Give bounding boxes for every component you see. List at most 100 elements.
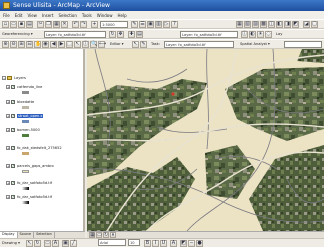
- fixed-zoom-in-icon[interactable]: ⊞: [18, 41, 25, 48]
- forward-extent-icon[interactable]: ▶: [58, 41, 65, 48]
- georeferencing-menu[interactable]: Georeferencing ▾: [2, 31, 33, 38]
- layout-tool-6-icon[interactable]: ◧: [276, 21, 283, 28]
- layer-visibility-checkbox[interactable]: ✓: [11, 195, 15, 199]
- menu-selection[interactable]: Selection: [58, 13, 76, 18]
- layout-tool-2-icon[interactable]: ▧: [244, 21, 251, 28]
- edit-tool-icon[interactable]: ↖: [132, 41, 139, 48]
- fill-color-icon[interactable]: ▣: [62, 240, 69, 247]
- expand-icon[interactable]: +: [6, 85, 10, 89]
- spatial-analyst-menu[interactable]: Spatial Analyst ▾: [240, 41, 270, 48]
- toc-layer-3[interactable]: + ✓ straat_open.s: [6, 113, 44, 119]
- menu-edit[interactable]: Edit: [15, 13, 23, 18]
- layout-tool-5-icon[interactable]: ◫: [268, 21, 275, 28]
- marker-color-icon[interactable]: ●: [196, 240, 203, 247]
- arctoolbox-icon[interactable]: ▥: [155, 21, 162, 28]
- expand-icon[interactable]: +: [6, 100, 10, 104]
- print-icon[interactable]: ▤: [26, 21, 33, 28]
- font-size-combo[interactable]: 10: [128, 239, 140, 246]
- back-extent-icon[interactable]: ◀: [50, 41, 57, 48]
- select-elements-icon[interactable]: ↖: [26, 240, 33, 247]
- layout-tool-7-icon[interactable]: ◨: [284, 21, 291, 28]
- menu-view[interactable]: View: [27, 13, 37, 18]
- contrast-icon[interactable]: ◐: [249, 31, 256, 38]
- scale-combo[interactable]: 1:5000: [100, 21, 128, 28]
- rotate-icon[interactable]: ↻: [109, 31, 116, 38]
- menu-file[interactable]: File: [3, 13, 10, 18]
- measure-icon[interactable]: ⟷: [98, 41, 106, 48]
- layout-tool-1-icon[interactable]: ▦: [236, 21, 243, 28]
- editor-toolbar-icon[interactable]: ✎: [131, 21, 138, 28]
- save-icon[interactable]: ▪: [18, 21, 25, 28]
- layer-visibility-checkbox[interactable]: ✓: [11, 128, 15, 132]
- fill-tool-icon[interactable]: ◩: [180, 240, 187, 247]
- shift-icon[interactable]: ✥: [117, 31, 124, 38]
- expand-icon[interactable]: +: [6, 128, 10, 132]
- layer-visibility-checkbox[interactable]: ✓: [11, 181, 15, 185]
- toc-layer-7[interactable]: + ✓ fo_dar_satfoto5d.tif: [6, 180, 52, 186]
- editor-menu[interactable]: Editor ▾: [110, 41, 124, 48]
- undo-icon[interactable]: ↶: [72, 21, 79, 28]
- fixed-zoom-out-icon[interactable]: ⊟: [26, 41, 33, 48]
- layout-tool-8-icon[interactable]: ◩: [292, 21, 299, 28]
- spatial-analyst-layer-combo[interactable]: [284, 41, 322, 48]
- expand-icon[interactable]: +: [6, 114, 10, 118]
- layer-visibility-checkbox[interactable]: ✓: [11, 164, 15, 168]
- find-icon[interactable]: 🔍: [90, 41, 97, 48]
- delete-icon[interactable]: ✕: [61, 21, 68, 28]
- view-link-table-icon[interactable]: ▤: [136, 31, 143, 38]
- new-rectangle-icon[interactable]: ▭: [44, 240, 51, 247]
- open-icon[interactable]: ▭: [10, 21, 17, 28]
- full-extent-icon[interactable]: ◉: [42, 41, 49, 48]
- layer-visibility-checkbox[interactable]: ✓: [11, 100, 15, 104]
- pan-icon[interactable]: ✋: [34, 41, 41, 48]
- menu-window[interactable]: Window: [97, 13, 113, 18]
- layout-tool-4-icon[interactable]: ▩: [260, 21, 267, 28]
- command-line-icon[interactable]: ▷: [163, 21, 170, 28]
- toc-layer-2[interactable]: + ✓ bloedatte: [6, 99, 34, 105]
- layout-tool-3-icon[interactable]: ▨: [252, 21, 259, 28]
- expand-icon[interactable]: +: [6, 164, 10, 168]
- identify-icon[interactable]: ⓘ: [82, 41, 89, 48]
- zoom-out-icon[interactable]: ⊖: [10, 41, 17, 48]
- new-text-icon[interactable]: A: [52, 240, 59, 247]
- copy-icon[interactable]: ❐: [45, 21, 52, 28]
- identify-tool-icon[interactable]: ⓘ: [241, 31, 248, 38]
- drawing-menu[interactable]: Drawing ▾: [2, 240, 20, 247]
- underline-icon[interactable]: U: [160, 240, 167, 247]
- collapse-icon[interactable]: −: [2, 76, 6, 80]
- help-icon[interactable]: ?: [171, 21, 178, 28]
- italic-icon[interactable]: I: [152, 240, 159, 247]
- new-document-icon[interactable]: ▫: [2, 21, 9, 28]
- layer-visibility-checkbox[interactable]: ✓: [11, 85, 15, 89]
- layout-tool-10-icon[interactable]: ▢: [311, 21, 318, 28]
- toc-layer-6[interactable]: + ✓ parcels_gaps_ambro: [6, 163, 54, 169]
- toc-layer-5[interactable]: + ✓ fo_dak_stedsfelt_275652: [6, 145, 62, 151]
- bold-icon[interactable]: B: [144, 240, 151, 247]
- select-elements-icon[interactable]: ↖: [74, 41, 81, 48]
- map-display[interactable]: [87, 49, 324, 231]
- layout-tool-9-icon[interactable]: ◪: [303, 21, 310, 28]
- line-tool-icon[interactable]: ─: [188, 240, 195, 247]
- redo-icon[interactable]: ↷: [80, 21, 87, 28]
- layer-visibility-checkbox[interactable]: ✓: [11, 146, 15, 150]
- sketch-tool-icon[interactable]: ✎: [140, 41, 147, 48]
- zoom-in-icon[interactable]: ⊕: [2, 41, 9, 48]
- toc-layer-8[interactable]: + ✓ fo_dar_satfoto5d.tif: [6, 194, 52, 200]
- transparency-icon[interactable]: ◌: [265, 31, 272, 38]
- rotate-element-icon[interactable]: ↻: [34, 240, 41, 247]
- toc-root[interactable]: − Layers: [2, 75, 26, 81]
- layer-combo[interactable]: Layer: fo_satfoto5d.tif: [180, 31, 238, 38]
- select-features-icon[interactable]: ⬚: [66, 41, 73, 48]
- layer-visibility-checkbox[interactable]: ✓: [11, 114, 15, 118]
- toc-layer-4[interactable]: + ✓ bomen.5000: [6, 127, 40, 133]
- paste-icon[interactable]: ▦: [53, 21, 60, 28]
- add-control-points-icon[interactable]: ✚: [128, 31, 135, 38]
- expand-icon[interactable]: +: [6, 195, 10, 199]
- expand-icon[interactable]: +: [6, 181, 10, 185]
- add-data-icon[interactable]: +: [91, 21, 98, 28]
- georef-layer-combo[interactable]: Layer: fo_satfoto5d.tif: [44, 31, 106, 38]
- cut-icon[interactable]: ✂: [37, 21, 44, 28]
- menu-tools[interactable]: Tools: [82, 13, 92, 18]
- brightness-icon[interactable]: ☀: [257, 31, 264, 38]
- expand-icon[interactable]: +: [6, 146, 10, 150]
